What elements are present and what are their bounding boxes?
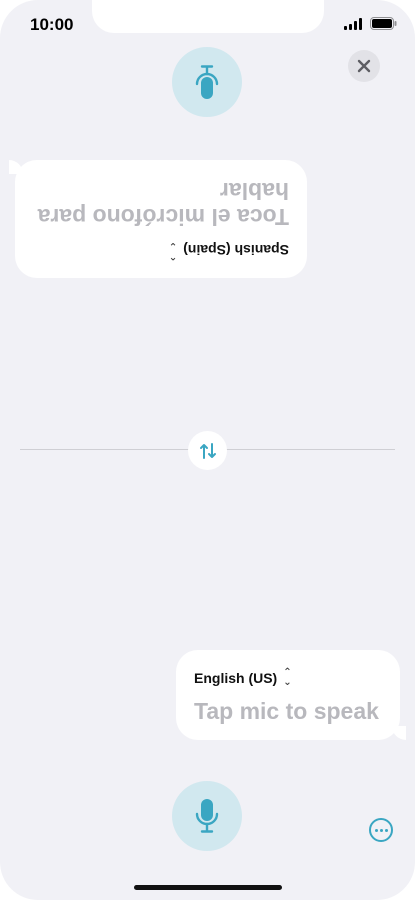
microphone-icon [195, 799, 219, 833]
close-button[interactable] [348, 50, 380, 82]
chevron-updown-icon: ⌃ ⌄ [168, 240, 178, 261]
ellipsis-dot [384, 828, 388, 832]
language-selector-spanish[interactable]: Spanish (Spain) ⌃ ⌄ [33, 240, 289, 261]
bubble-tail [9, 160, 23, 174]
more-options-button[interactable] [369, 818, 393, 842]
swap-arrows-icon [199, 442, 216, 459]
battery-icon [370, 17, 397, 30]
status-icons [344, 17, 397, 30]
english-bubble: English (US) ⌃ ⌄ Tap mic to speak [176, 650, 406, 740]
microphone-icon [195, 65, 219, 99]
status-time: 10:00 [30, 15, 74, 34]
language-label: English (US) [194, 670, 278, 686]
spanish-bubble: Spanish (Spain) ⌃ ⌄ Toca el micrófono par… [9, 160, 307, 278]
swap-languages-button[interactable] [188, 431, 227, 470]
ellipsis-dot [374, 828, 378, 832]
ellipsis-dot [379, 828, 383, 832]
notch [92, 0, 324, 33]
signal-icon [344, 17, 362, 30]
language-selector-english[interactable]: English (US) ⌃ ⌄ [194, 668, 382, 688]
mic-button-top[interactable] [172, 47, 242, 117]
translate-screen: 10:00 Spanish (Spain) ⌃ ⌄ Toca el micróf… [0, 0, 415, 900]
language-label: Spanish (Spain) [183, 242, 289, 258]
home-indicator[interactable] [134, 885, 282, 890]
bubble-tail [392, 726, 406, 740]
prompt-text-spanish: Toca el micrófono para hablar [37, 178, 289, 230]
chevron-updown-icon: ⌃ ⌄ [283, 667, 292, 688]
close-icon [357, 59, 371, 73]
mic-button-bottom[interactable] [172, 781, 242, 851]
prompt-text-english: Tap mic to speak [194, 698, 379, 724]
